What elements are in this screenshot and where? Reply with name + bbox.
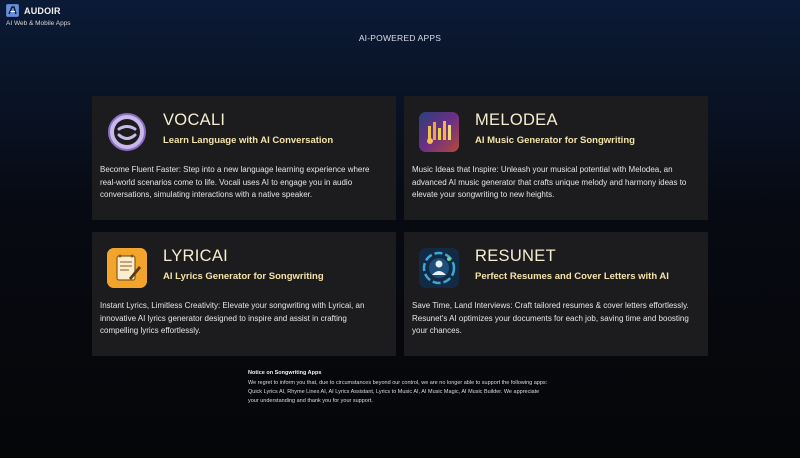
app-tagline: Perfect Resumes and Cover Letters with A… — [475, 271, 669, 282]
app-description: Save Time, Land Interviews: Craft tailor… — [412, 301, 689, 335]
card-titles: LYRICAI AI Lyrics Generator for Songwrit… — [163, 247, 324, 282]
card-header: LYRICAI AI Lyrics Generator for Songwrit… — [100, 246, 386, 288]
notice-text: We regret to inform you that, due to cir… — [248, 380, 548, 404]
songwriting-notice: Notice on Songwriting Apps We regret to … — [248, 370, 548, 406]
section-title: AI-POWERED APPS — [358, 33, 442, 43]
app-card-vocali[interactable]: VOCALI Learn Language with AI Conversati… — [92, 96, 396, 220]
app-tagline: AI Music Generator for Songwriting — [475, 135, 635, 146]
audoir-logo-icon — [6, 4, 19, 17]
app-description: Become Fluent Faster: Step into a new la… — [100, 165, 370, 199]
app-name[interactable]: LYRICAI — [163, 247, 324, 265]
lyricai-logo-icon — [107, 248, 147, 288]
card-titles: MELODEA AI Music Generator for Songwriti… — [475, 111, 635, 146]
card-header: VOCALI Learn Language with AI Conversati… — [100, 110, 386, 152]
app-name[interactable]: VOCALI — [163, 111, 333, 129]
brand-subtitle: AI Web & Mobile Apps — [6, 20, 71, 27]
brand-name: AUDOIR — [24, 5, 61, 16]
card-titles: RESUNET Perfect Resumes and Cover Letter… — [475, 247, 669, 282]
app-name[interactable]: MELODEA — [475, 111, 635, 129]
app-card-melodea[interactable]: MELODEA AI Music Generator for Songwriti… — [404, 96, 708, 220]
app-description: Instant Lyrics, Limitless Creativity: El… — [100, 301, 365, 335]
app-tagline: AI Lyrics Generator for Songwriting — [163, 271, 324, 282]
apps-grid: VOCALI Learn Language with AI Conversati… — [92, 96, 708, 356]
app-card-resunet[interactable]: RESUNET Perfect Resumes and Cover Letter… — [404, 232, 708, 356]
brand-link[interactable]: AUDOIR — [6, 4, 71, 17]
app-description: Music Ideas that Inspire: Unleash your m… — [412, 165, 687, 199]
card-header: RESUNET Perfect Resumes and Cover Letter… — [412, 246, 698, 288]
resunet-logo-icon — [419, 248, 459, 288]
melodea-logo-icon — [419, 112, 459, 152]
vocali-logo-icon — [107, 112, 147, 152]
notice-title: Notice on Songwriting Apps — [248, 370, 322, 376]
card-titles: VOCALI Learn Language with AI Conversati… — [163, 111, 333, 146]
site-header: AUDOIR AI Web & Mobile Apps — [6, 4, 71, 27]
card-header: MELODEA AI Music Generator for Songwriti… — [412, 110, 698, 152]
app-tagline: Learn Language with AI Conversation — [163, 135, 334, 146]
app-name[interactable]: RESUNET — [475, 247, 669, 265]
app-card-lyricai[interactable]: LYRICAI AI Lyrics Generator for Songwrit… — [92, 232, 396, 356]
